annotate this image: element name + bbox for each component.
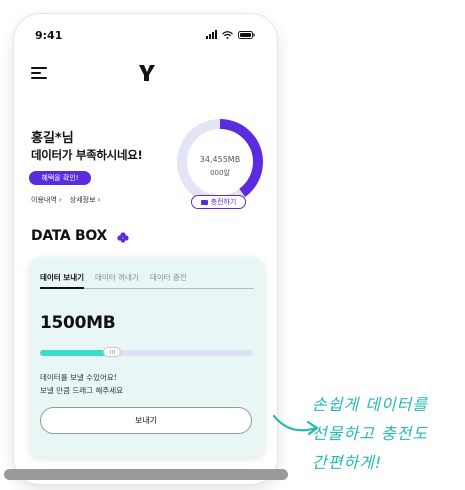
tab-charge-data[interactable]: 데이터 충전 xyxy=(150,272,187,288)
send-hint-line1: 데이터를 보낼 수있어요! xyxy=(40,373,117,382)
horizontal-scrollbar[interactable] xyxy=(4,469,288,480)
phone-frame: 9:41 홍길*님 데이터가 부족하시네요! 혜택을 확인! 이용내역 상세정보 xyxy=(14,14,277,484)
data-price: 000알 xyxy=(210,169,230,177)
tab-withdraw-data[interactable]: 데이터 꺼내기 xyxy=(95,272,139,288)
menu-icon[interactable] xyxy=(31,67,47,79)
benefit-button[interactable]: 혜택을 확인! xyxy=(29,171,91,185)
details-link[interactable]: 상세정보 xyxy=(70,195,101,205)
databox-tabs: 데이터 보내기 데이터 꺼내기 데이터 충전 xyxy=(40,272,254,289)
status-bar: 9:41 xyxy=(14,14,277,54)
databox-title: DATA BOX xyxy=(31,228,108,244)
account-links: 이용내역 상세정보 xyxy=(31,195,101,205)
battery-icon xyxy=(238,30,255,39)
data-amount-slider[interactable] xyxy=(40,347,253,357)
promo-caption: 손쉽게 데이터를 선물하고 충전도 간편하게! xyxy=(312,390,462,477)
caption-line1: 손쉽게 데이터를 xyxy=(312,395,429,414)
status-time: 9:41 xyxy=(35,29,63,42)
caption-line3: 간편하게! xyxy=(312,453,383,472)
logo-icon xyxy=(138,64,156,82)
slider-fill xyxy=(40,350,113,356)
user-greeting: 홍길*님 xyxy=(31,131,74,146)
charge-button[interactable]: 충전하기 xyxy=(191,195,246,209)
send-amount: 1500MB xyxy=(40,313,116,333)
status-icons xyxy=(206,30,255,39)
caption-line2: 선물하고 충전도 xyxy=(312,424,429,443)
wifi-icon xyxy=(222,30,233,39)
databox-card: 데이터 보내기 데이터 꺼내기 데이터 충전 1500MB 데이터를 보낼 수있… xyxy=(30,257,264,457)
clover-icon xyxy=(117,232,129,243)
charge-icon xyxy=(200,199,208,205)
slider-handle[interactable] xyxy=(103,347,122,357)
charge-button-label: 충전하기 xyxy=(210,198,237,206)
data-shortage-message: 데이터가 부족하시네요! xyxy=(31,148,143,162)
signal-icon xyxy=(206,30,217,39)
send-button[interactable]: 보내기 xyxy=(40,407,252,434)
remaining-data-amount: 34,455MB xyxy=(199,155,241,164)
send-hint-line2: 보낼 만큼 드래그 해주세요 xyxy=(40,386,124,395)
tab-send-data[interactable]: 데이터 보내기 xyxy=(40,272,85,289)
usage-history-link[interactable]: 이용내역 xyxy=(31,195,62,205)
